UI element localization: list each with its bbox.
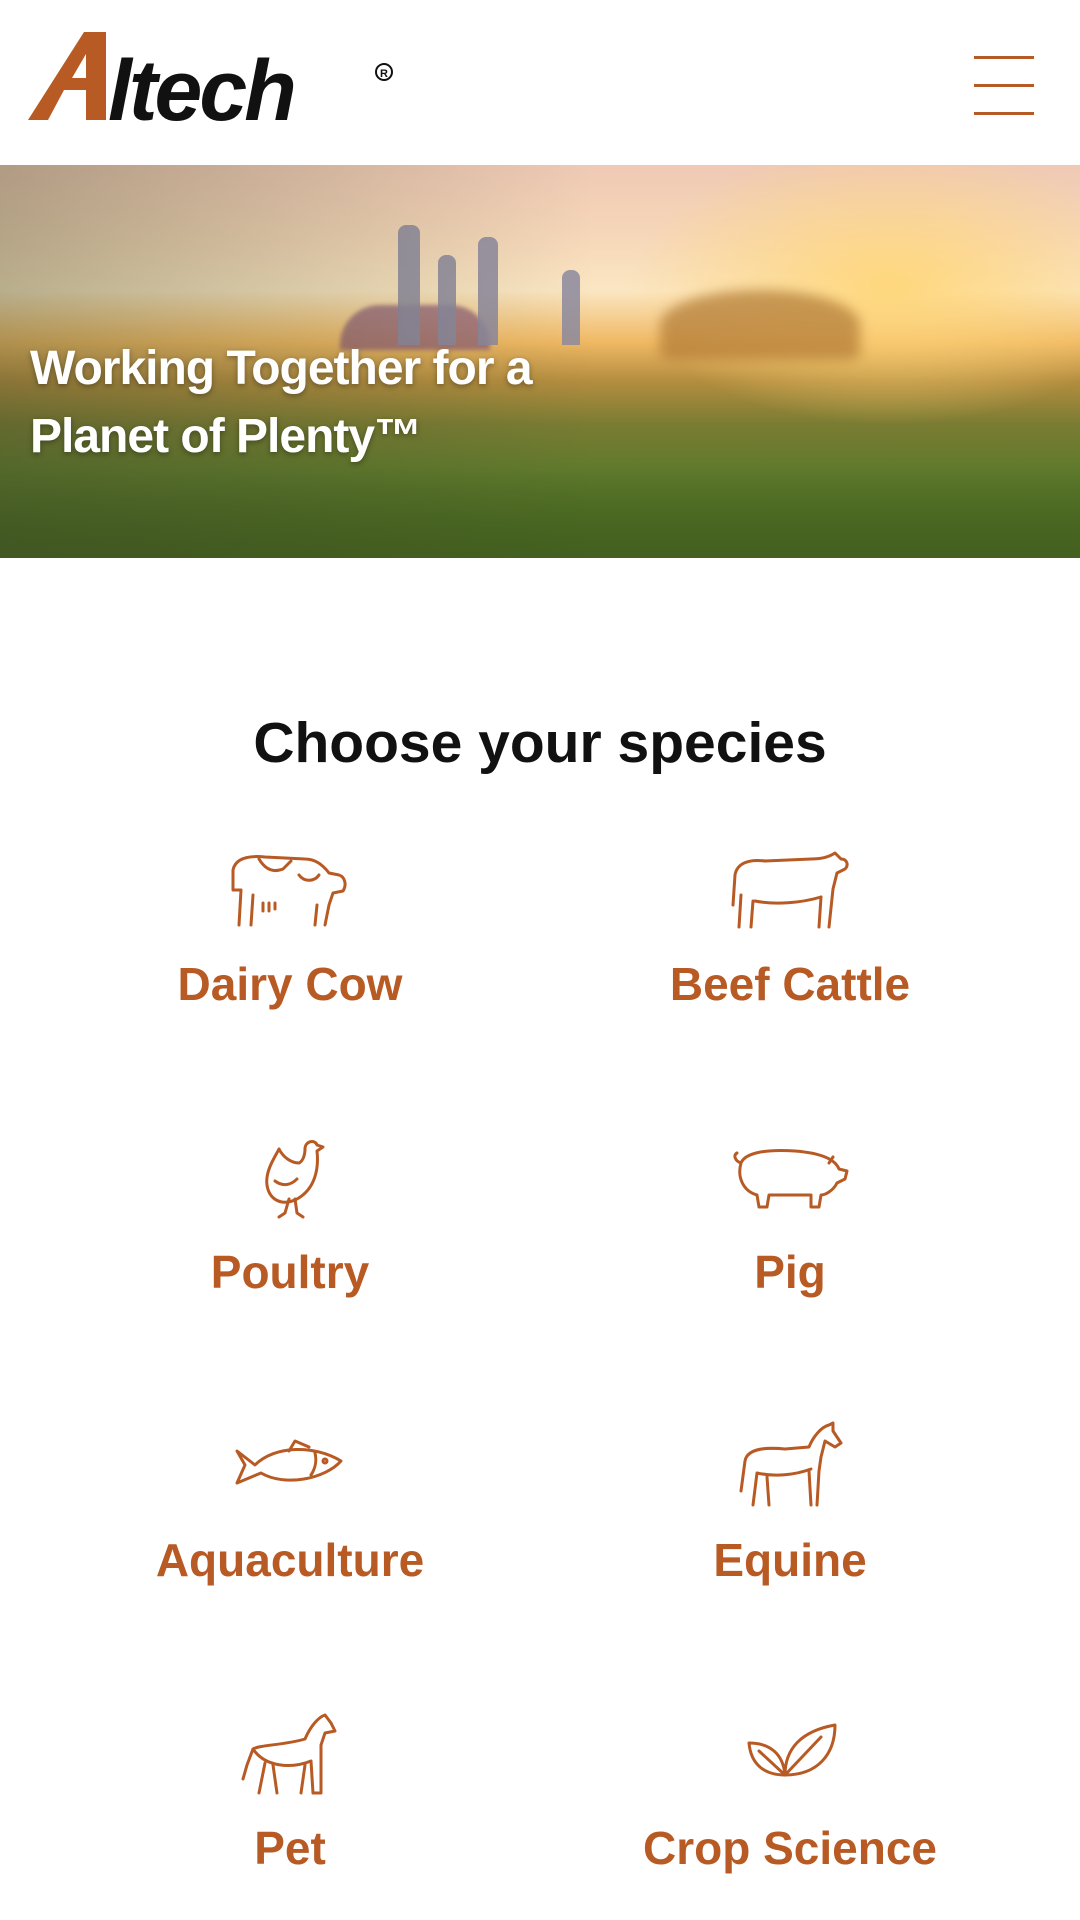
species-label: Aquaculture	[155, 1534, 425, 1586]
species-item-pet[interactable]: Pet	[90, 1709, 490, 1875]
hero-title: Working Together for a Planet of Plenty™	[30, 335, 650, 471]
hamburger-menu-icon[interactable]	[968, 52, 1036, 120]
site-header: ltech R	[0, 0, 1080, 165]
species-label: Pig	[754, 1246, 826, 1298]
species-item-equine[interactable]: Equine	[590, 1421, 990, 1587]
species-item-pig[interactable]: Pig	[590, 1133, 990, 1299]
species-label: Crop Science	[643, 1822, 937, 1874]
species-item-poultry[interactable]: Poultry	[90, 1133, 490, 1299]
fish-icon	[225, 1421, 355, 1511]
hero-title-line2: Planet of Plenty™	[30, 410, 422, 463]
species-label: Pet	[254, 1822, 326, 1874]
svg-text:ltech: ltech	[108, 43, 294, 128]
dairy-cow-icon	[225, 845, 355, 935]
horse-icon	[725, 1421, 855, 1511]
svg-text:R: R	[380, 68, 388, 80]
pig-icon	[725, 1133, 855, 1223]
species-label: Equine	[713, 1534, 867, 1586]
species-item-dairy-cow[interactable]: Dairy Cow	[90, 845, 490, 1011]
hero-title-line1: Working Together for a	[30, 342, 533, 395]
species-section-title: Choose your species	[253, 711, 827, 775]
hero-banner: Working Together for a Planet of Plenty™	[0, 165, 1080, 558]
dog-icon	[225, 1709, 355, 1799]
species-label: Poultry	[210, 1246, 370, 1298]
species-item-beef-cattle[interactable]: Beef Cattle	[590, 845, 990, 1011]
species-item-aquaculture[interactable]: Aquaculture	[90, 1421, 490, 1587]
species-item-crop-science[interactable]: Crop Science	[590, 1709, 990, 1875]
beef-cattle-icon	[725, 845, 855, 935]
alltech-logo[interactable]: ltech R	[28, 28, 398, 128]
species-label: Beef Cattle	[669, 958, 911, 1010]
poultry-icon	[225, 1133, 355, 1223]
species-label: Dairy Cow	[177, 958, 403, 1010]
leaf-icon	[725, 1709, 855, 1799]
